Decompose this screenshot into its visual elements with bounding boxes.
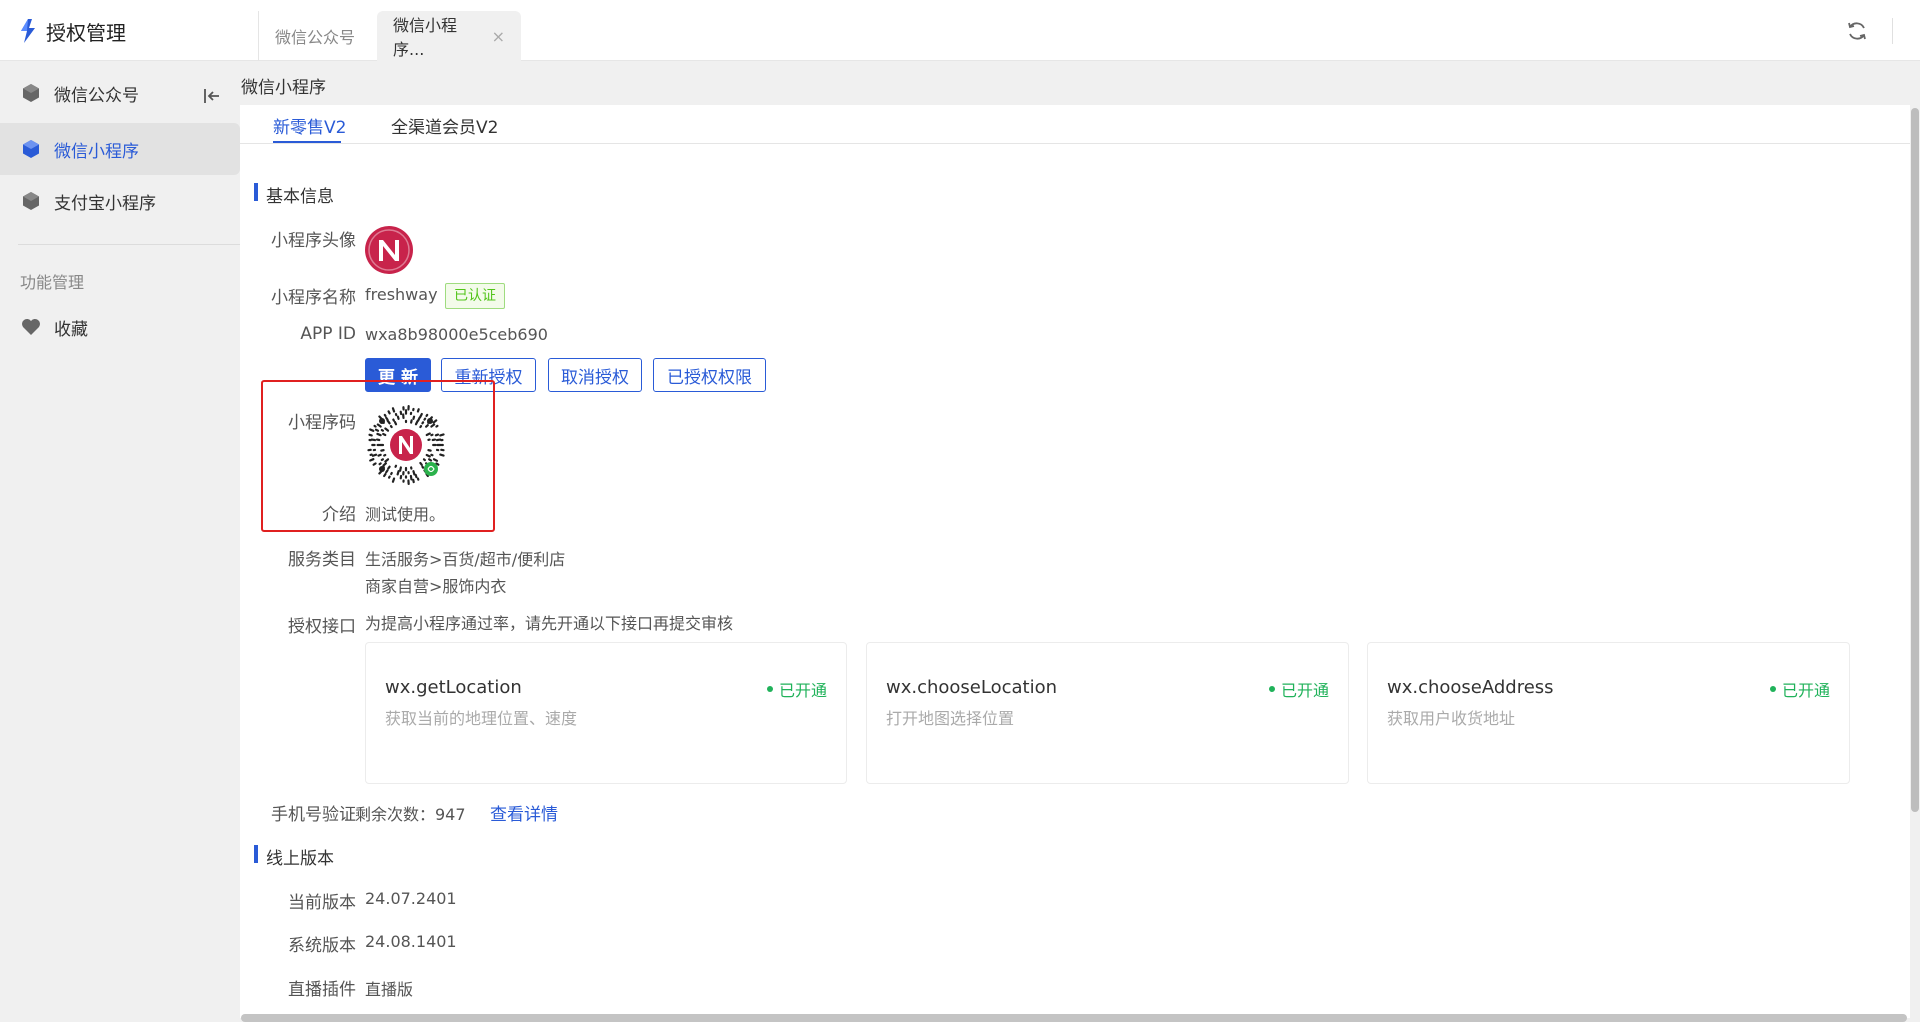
sidebar-divider	[18, 244, 240, 245]
refresh-button[interactable]: 更 新	[365, 358, 431, 392]
intro-value: 测试使用。	[365, 505, 446, 524]
api-name: wx.getLocation	[385, 677, 522, 698]
phone-verify-value: 剩余次数：947	[355, 805, 466, 824]
api-desc: 打开地图选择位置	[886, 709, 1015, 728]
tab-new-retail-v2[interactable]: 新零售V2	[273, 113, 346, 138]
refresh-icon[interactable]	[1846, 20, 1868, 42]
status-dot-icon	[1268, 686, 1275, 692]
top-tab-label: 微信小程序...	[393, 16, 458, 59]
category-value: 商家自营>服饰内衣	[365, 577, 507, 596]
status-dot-icon	[766, 686, 773, 692]
collapse-sidebar-icon[interactable]	[202, 87, 222, 105]
miniprogram-qrcode[interactable]	[365, 404, 447, 486]
live-plugin-value: 直播版	[365, 980, 414, 999]
sub-tab-bar: 新零售V2 全渠道会员V2	[240, 105, 1910, 144]
api-name: wx.chooseAddress	[1387, 677, 1554, 698]
api-desc: 获取当前的地理位置、速度	[385, 709, 578, 728]
system-version-value: 24.08.1401	[365, 932, 457, 951]
cube-icon	[23, 192, 39, 210]
sidebar-item-label: 微信公众号	[54, 85, 139, 106]
name-label: 小程序名称	[271, 288, 356, 308]
miniprogram-avatar	[365, 226, 413, 274]
app-title: 授权管理	[46, 20, 126, 45]
phone-verify-label: 手机号验证	[271, 805, 356, 825]
category-label: 服务类目	[288, 550, 356, 570]
verified-badge: 已认证	[445, 283, 505, 309]
sidebar-item-label: 微信小程序	[54, 141, 139, 162]
sidebar-item-label: 收藏	[54, 319, 88, 340]
qrcode-label: 小程序码	[288, 413, 356, 433]
api-status: 已开通	[1268, 677, 1329, 701]
topbar-divider	[1892, 18, 1893, 44]
live-plugin-label: 直播插件	[288, 980, 356, 1000]
api-card-get-location: wx.getLocation 获取当前的地理位置、速度 已开通	[365, 642, 847, 784]
api-desc: 获取用户收货地址	[1387, 709, 1516, 728]
intro-label: 介绍	[322, 505, 356, 525]
view-details-link[interactable]: 查看详情	[490, 800, 558, 825]
sidebar-group-label: 功能管理	[20, 273, 85, 292]
api-hint: 为提高小程序通过率，请先开通以下接口再提交审核	[365, 614, 734, 633]
api-status: 已开通	[1769, 677, 1830, 701]
api-name: wx.chooseLocation	[886, 677, 1058, 698]
main-content: 微信小程序 新零售V2 全渠道会员V2 基本信息 小程序头像 小程序名称 fre…	[240, 61, 1920, 1022]
heart-icon	[22, 319, 40, 335]
api-card-choose-location: wx.chooseLocation 打开地图选择位置 已开通	[866, 642, 1349, 784]
top-tab-bar: 微信公众号 微信小程序... ×	[258, 0, 527, 61]
sidebar-item-label: 支付宝小程序	[54, 193, 156, 214]
system-version-label: 系统版本	[288, 936, 356, 956]
breadcrumb: 微信小程序	[241, 78, 326, 98]
appid-label: APP ID	[300, 324, 356, 344]
section-title-online-version: 线上版本	[254, 844, 334, 869]
status-dot-icon	[1769, 686, 1776, 692]
name-value: freshway	[365, 285, 438, 304]
top-tab-wechat-official[interactable]: 微信公众号	[258, 11, 371, 61]
cube-icon	[23, 84, 39, 102]
current-version-value: 24.07.2401	[365, 889, 457, 908]
top-tab-wechat-miniprogram[interactable]: 微信小程序... ×	[377, 11, 522, 61]
cube-icon	[23, 140, 39, 158]
api-status: 已开通	[766, 677, 827, 701]
close-icon[interactable]: ×	[492, 27, 505, 46]
detail-panel: 新零售V2 全渠道会员V2 基本信息 小程序头像 小程序名称 freshway …	[240, 105, 1910, 1018]
brand: 授权管理	[18, 16, 126, 46]
top-tab-label: 微信公众号	[275, 28, 356, 47]
sidebar-item-alipay-miniprogram[interactable]: 支付宝小程序	[0, 175, 240, 227]
category-value: 生活服务>百货/超市/便利店	[365, 550, 566, 569]
reauthorize-button[interactable]: 重新授权	[441, 358, 536, 392]
sidebar-item-favorites[interactable]: 收藏	[0, 301, 240, 353]
sidebar: 微信公众号 微信小程序 支付宝小程序 功能管理 收藏	[0, 61, 240, 1022]
logo-icon	[21, 19, 35, 43]
current-version-label: 当前版本	[288, 893, 356, 913]
avatar-label: 小程序头像	[271, 231, 356, 251]
authorized-permissions-button[interactable]: 已授权权限	[653, 358, 766, 392]
tab-omnichannel-member-v2[interactable]: 全渠道会员V2	[391, 113, 498, 138]
active-tab-indicator	[273, 141, 341, 143]
section-title-basic: 基本信息	[254, 182, 334, 207]
vertical-scrollbar[interactable]	[1911, 108, 1919, 812]
top-bar: 授权管理 微信公众号 微信小程序... ×	[0, 0, 1920, 61]
api-card-choose-address: wx.chooseAddress 获取用户收货地址 已开通	[1367, 642, 1850, 784]
horizontal-scrollbar[interactable]	[241, 1014, 1907, 1022]
cancel-authorization-button[interactable]: 取消授权	[548, 358, 642, 392]
appid-value: wxa8b98000e5ceb690	[365, 325, 548, 344]
sidebar-item-wechat-miniprogram[interactable]: 微信小程序	[0, 123, 240, 175]
api-label: 授权接口	[288, 617, 356, 637]
